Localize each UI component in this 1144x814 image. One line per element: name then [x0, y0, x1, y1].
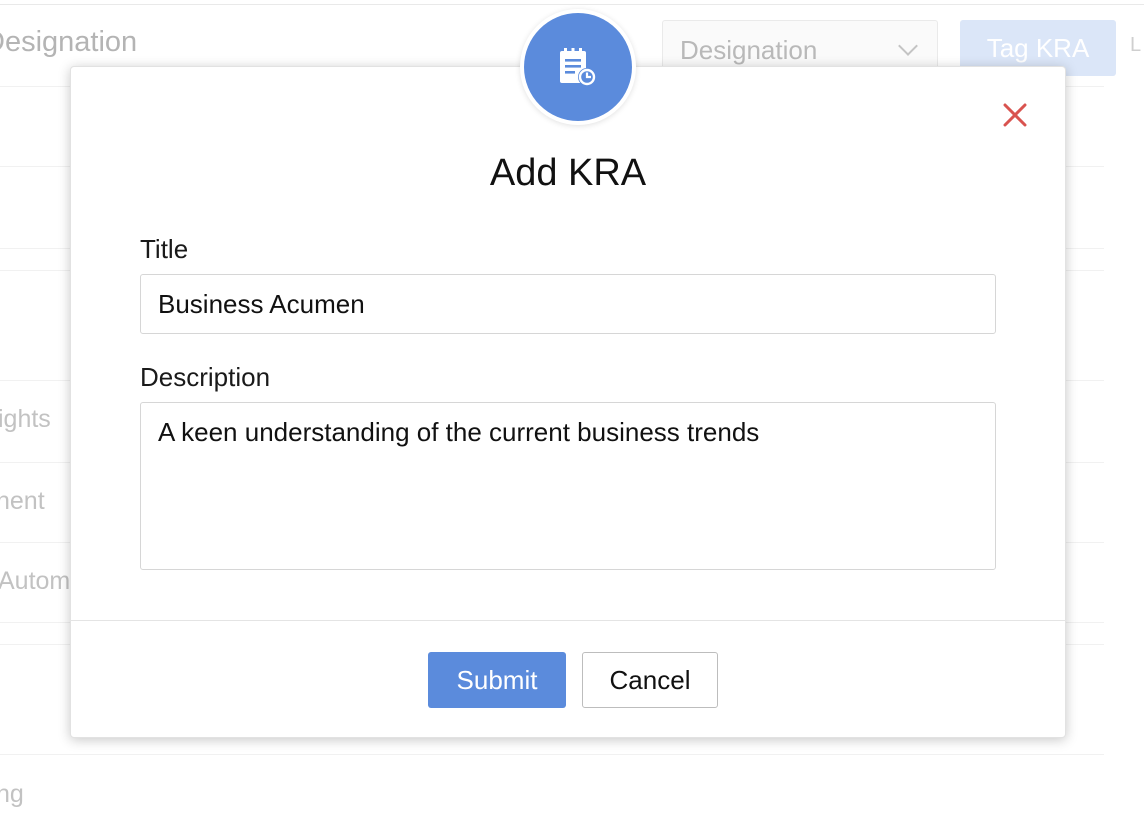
- list-item: Autom: [0, 567, 71, 595]
- dialog-title: Add KRA: [489, 152, 647, 194]
- footer-divider: [70, 620, 1066, 621]
- designation-select-value: Designation: [680, 35, 818, 65]
- title-label: Title: [140, 234, 189, 264]
- submit-button[interactable]: Submit: [428, 652, 566, 708]
- title-input[interactable]: [140, 274, 996, 334]
- cut-off-label: L: [1130, 34, 1142, 56]
- close-icon: [1003, 103, 1027, 127]
- description-label: Description: [140, 362, 271, 392]
- cancel-button[interactable]: Cancel: [582, 652, 718, 708]
- row-divider: [0, 754, 1104, 755]
- chevron-down-icon: [898, 36, 918, 56]
- top-divider: [0, 4, 1144, 5]
- list-item: nent: [0, 487, 45, 515]
- list-item: ng: [0, 780, 24, 808]
- close-button[interactable]: [1000, 100, 1030, 130]
- description-textarea[interactable]: A keen understanding of the current busi…: [140, 402, 996, 570]
- page-heading: Designation: [0, 26, 138, 58]
- list-item: ights: [0, 405, 51, 433]
- kra-document-clock-icon: [560, 48, 596, 86]
- dialog-badge: [520, 9, 636, 125]
